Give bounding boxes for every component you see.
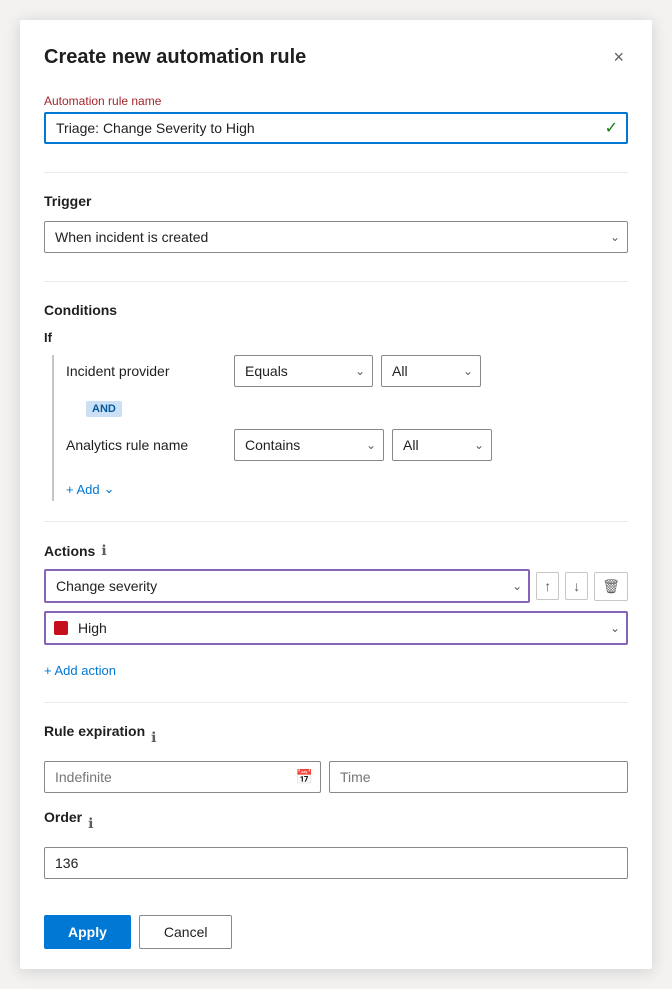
order-input[interactable] xyxy=(44,847,628,879)
expiry-time-input[interactable] xyxy=(329,761,628,793)
if-label: If xyxy=(44,330,628,345)
dialog-header: Create new automation rule × xyxy=(44,44,628,70)
divider-4 xyxy=(44,702,628,703)
close-button[interactable]: × xyxy=(609,44,628,70)
trigger-select-wrapper: When incident is created When incident i… xyxy=(44,221,628,253)
action-type-row: Change severity Assign owner Change stat… xyxy=(44,569,628,603)
add-action-label: + Add action xyxy=(44,663,116,678)
create-automation-dialog: Create new automation rule × Automation … xyxy=(20,20,652,969)
condition-row-2: Analytics rule name Contains Equals Does… xyxy=(66,429,628,461)
order-info-icon: ℹ xyxy=(88,815,93,832)
action-delete-button[interactable]: 🗑 xyxy=(594,572,628,601)
condition-operator-1[interactable]: Equals Does not equal Contains xyxy=(234,355,373,387)
condition-selects-1: Equals Does not equal Contains ⌄ All Non… xyxy=(234,355,628,387)
add-condition-wrapper: + Add ⌄ xyxy=(66,471,628,501)
move-down-icon: ↓ xyxy=(573,578,580,594)
divider-2 xyxy=(44,281,628,282)
move-up-icon: ↑ xyxy=(544,578,551,594)
action-move-up-button[interactable]: ↑ xyxy=(536,572,559,600)
action-type-select[interactable]: Change severity Assign owner Change stat… xyxy=(44,569,530,603)
action-type-select-wrapper: Change severity Assign owner Change stat… xyxy=(44,569,530,603)
actions-title-row: Actions ℹ xyxy=(44,542,628,559)
condition-value-2-wrapper: All None ⌄ xyxy=(392,429,492,461)
condition-operator-2-wrapper: Contains Equals Does not contain ⌄ xyxy=(234,429,384,461)
order-section: Order ℹ xyxy=(44,809,628,879)
expiry-date-wrapper: 📅 xyxy=(44,761,321,793)
divider-1 xyxy=(44,172,628,173)
check-icon: ✓ xyxy=(605,118,618,138)
add-condition-chevron-icon: ⌄ xyxy=(104,481,115,497)
rule-expiration-info-icon: ℹ xyxy=(151,729,156,746)
rule-name-label: Automation rule name xyxy=(44,94,628,108)
severity-value-row: High Medium Low Informational ⌄ xyxy=(44,611,628,645)
rule-name-input[interactable] xyxy=(44,112,628,144)
dialog-title: Create new automation rule xyxy=(44,46,306,69)
condition-selects-2: Contains Equals Does not contain ⌄ All N… xyxy=(234,429,628,461)
condition-value-1-wrapper: All None ⌄ xyxy=(381,355,481,387)
condition-value-2[interactable]: All None xyxy=(392,429,492,461)
condition-field-2: Analytics rule name xyxy=(66,437,226,453)
trigger-select[interactable]: When incident is created When incident i… xyxy=(44,221,628,253)
condition-value-1[interactable]: All None xyxy=(381,355,481,387)
add-condition-button[interactable]: + Add ⌄ xyxy=(66,477,115,501)
rule-expiration-title-row: Rule expiration ℹ xyxy=(44,723,628,751)
condition-field-1: Incident provider xyxy=(66,363,226,379)
trigger-label: Trigger xyxy=(44,193,628,209)
apply-button[interactable]: Apply xyxy=(44,915,131,949)
conditions-container: Incident provider Equals Does not equal … xyxy=(52,355,628,501)
rule-name-input-wrapper: ✓ xyxy=(44,112,628,144)
rule-expiration-title: Rule expiration xyxy=(44,723,145,739)
condition-operator-2[interactable]: Contains Equals Does not contain xyxy=(234,429,384,461)
footer-buttons: Apply Cancel xyxy=(44,895,628,949)
divider-3 xyxy=(44,521,628,522)
order-title: Order xyxy=(44,809,82,825)
trigger-section: Trigger When incident is created When in… xyxy=(44,193,628,253)
expiry-date-input[interactable] xyxy=(44,761,321,793)
severity-select-wrapper: High Medium Low Informational ⌄ xyxy=(44,611,628,645)
conditions-section: Conditions If Incident provider Equals D… xyxy=(44,302,628,501)
delete-icon: 🗑 xyxy=(602,578,620,595)
rule-expiration-inputs: 📅 xyxy=(44,761,628,793)
rule-expiration-section: Rule expiration ℹ 📅 xyxy=(44,723,628,809)
actions-info-icon: ℹ xyxy=(101,542,106,559)
order-title-row: Order ℹ xyxy=(44,809,628,837)
severity-color-indicator xyxy=(54,621,68,635)
add-action-button[interactable]: + Add action xyxy=(44,659,116,682)
and-badge: AND xyxy=(86,401,122,417)
actions-section: Actions ℹ Change severity Assign owner C… xyxy=(44,542,628,682)
condition-operator-1-wrapper: Equals Does not equal Contains ⌄ xyxy=(234,355,373,387)
severity-value-select[interactable]: High Medium Low Informational xyxy=(44,611,628,645)
conditions-title: Conditions xyxy=(44,302,628,318)
cancel-button[interactable]: Cancel xyxy=(139,915,233,949)
actions-title: Actions xyxy=(44,543,95,559)
add-condition-label: + Add xyxy=(66,482,100,497)
action-move-down-button[interactable]: ↓ xyxy=(565,572,588,600)
rule-name-section: Automation rule name ✓ xyxy=(44,94,628,144)
condition-row-1: Incident provider Equals Does not equal … xyxy=(66,355,628,387)
